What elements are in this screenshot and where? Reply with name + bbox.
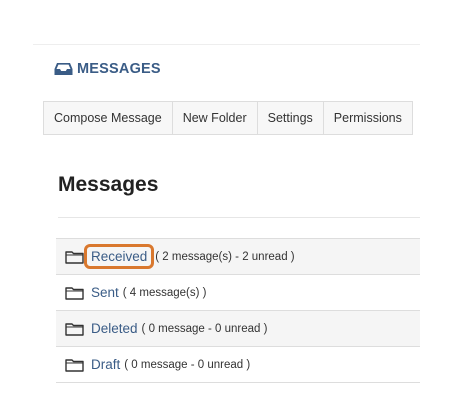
new-folder-button[interactable]: New Folder [172, 102, 258, 134]
folder-row-deleted: Deleted ( 0 message - 0 unread ) [56, 311, 420, 347]
folder-meta-received: ( 2 message(s) - 2 unread ) [155, 250, 295, 263]
folder-meta-sent: ( 4 message(s) ) [122, 286, 207, 299]
folder-icon [65, 250, 84, 264]
heading-divider [58, 217, 420, 218]
folder-meta-draft: ( 0 message - 0 unread ) [124, 358, 251, 371]
page-heading: Messages [58, 173, 159, 196]
folder-link-sent[interactable]: Sent [91, 285, 119, 300]
tool-menu: Compose Message New Folder Settings Perm… [43, 101, 413, 135]
folder-link-deleted[interactable]: Deleted [91, 321, 138, 336]
folder-icon [65, 286, 84, 300]
permissions-button[interactable]: Permissions [323, 102, 412, 134]
folder-link-received[interactable]: Received [84, 244, 155, 269]
page: MESSAGES Compose Message New Folder Sett… [0, 0, 463, 420]
folder-list: Received ( 2 message(s) - 2 unread ) Sen… [56, 238, 420, 383]
tool-title-text: MESSAGES [77, 61, 161, 77]
folder-row-sent: Sent ( 4 message(s) ) [56, 275, 420, 311]
inbox-icon [54, 61, 73, 77]
tool-title: MESSAGES [54, 61, 161, 77]
folder-icon [65, 322, 84, 336]
folder-icon [65, 358, 84, 372]
top-divider [33, 44, 420, 45]
folder-row-draft: Draft ( 0 message - 0 unread ) [56, 347, 420, 383]
compose-message-button[interactable]: Compose Message [44, 102, 173, 134]
folder-meta-deleted: ( 0 message - 0 unread ) [141, 322, 268, 335]
folder-link-draft[interactable]: Draft [91, 357, 120, 372]
settings-button[interactable]: Settings [257, 102, 324, 134]
folder-row-received: Received ( 2 message(s) - 2 unread ) [56, 239, 420, 275]
